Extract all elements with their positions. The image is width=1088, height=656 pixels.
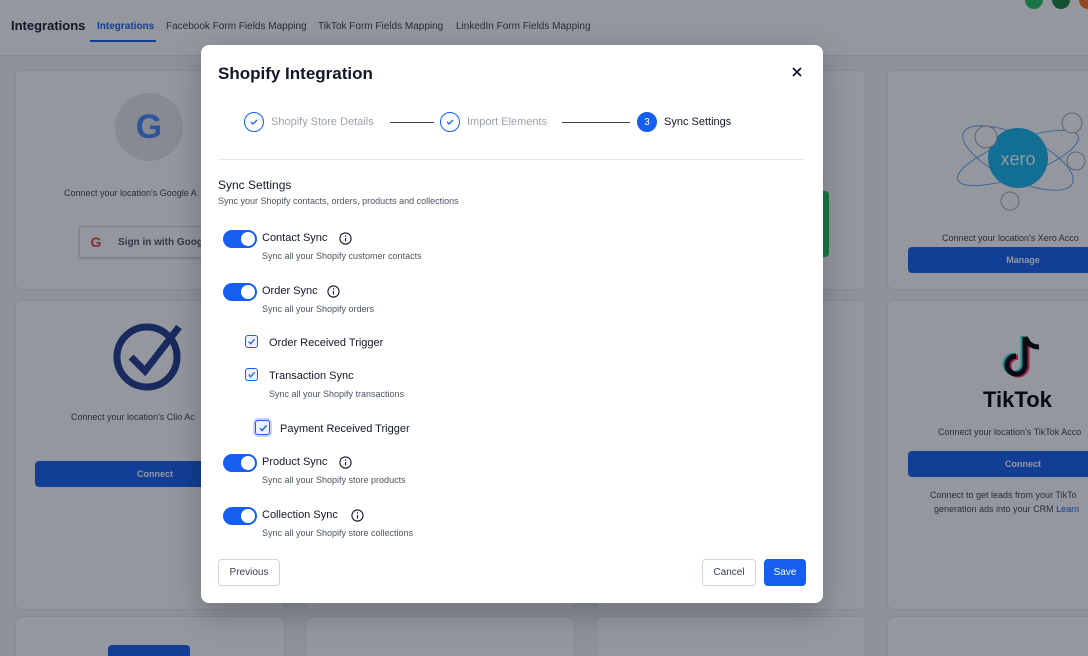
divider [218, 159, 805, 160]
info-icon[interactable] [339, 456, 352, 469]
transaction-sync-checkbox[interactable] [245, 368, 258, 381]
collection-sync-label: Collection Sync [262, 509, 338, 521]
order-sync-toggle[interactable] [223, 283, 257, 301]
contact-sync-toggle[interactable] [223, 230, 257, 248]
modal-title: Shopify Integration [218, 64, 373, 83]
contact-sync-description: Sync all your Shopify customer contacts [262, 251, 422, 261]
check-icon [446, 119, 454, 125]
step-sync-settings[interactable]: 3 Sync Settings [637, 112, 731, 132]
collection-sync-toggle[interactable] [223, 507, 257, 525]
check-icon [250, 119, 258, 125]
step-complete-circle [440, 112, 460, 132]
product-sync-toggle[interactable] [223, 454, 257, 472]
cancel-button[interactable]: Cancel [702, 559, 756, 586]
step-label: Sync Settings [664, 116, 732, 128]
step-label: Shopify Store Details [271, 116, 374, 128]
transaction-sync-description: Sync all your Shopify transactions [269, 389, 405, 399]
info-icon[interactable] [327, 285, 340, 298]
check-icon [248, 338, 256, 345]
step-connector [562, 122, 630, 123]
section-description: Sync your Shopify contacts, orders, prod… [218, 196, 459, 206]
step-label: Import Elements [467, 116, 548, 128]
transaction-sync-label: Transaction Sync [269, 370, 354, 382]
order-received-trigger-label: Order Received Trigger [269, 337, 384, 349]
product-sync-description: Sync all your Shopify store products [262, 475, 406, 485]
step-import-elements[interactable]: Import Elements [440, 112, 547, 132]
previous-button[interactable]: Previous [218, 559, 280, 586]
order-received-trigger-checkbox[interactable] [245, 335, 258, 348]
collection-sync-description: Sync all your Shopify store collections [262, 528, 414, 538]
contact-sync-label: Contact Sync [262, 232, 328, 244]
info-icon[interactable] [351, 509, 364, 522]
info-icon[interactable] [339, 232, 352, 245]
section-title: Sync Settings [218, 178, 292, 192]
order-sync-description: Sync all your Shopify orders [262, 304, 375, 314]
shopify-integration-modal: Shopify Integration Shopify Store Detail… [201, 45, 823, 603]
step-connector [390, 122, 434, 123]
save-button[interactable]: Save [764, 559, 806, 586]
payment-received-trigger-label: Payment Received Trigger [280, 423, 410, 435]
order-sync-label: Order Sync [262, 285, 318, 297]
step-shopify-store-details[interactable]: Shopify Store Details [244, 112, 374, 132]
payment-received-trigger-checkbox[interactable] [255, 420, 270, 435]
close-icon[interactable] [789, 64, 805, 80]
step-complete-circle [244, 112, 264, 132]
check-icon [258, 424, 267, 432]
product-sync-label: Product Sync [262, 456, 328, 468]
check-icon [248, 371, 256, 378]
step-number-circle: 3 [637, 112, 657, 132]
